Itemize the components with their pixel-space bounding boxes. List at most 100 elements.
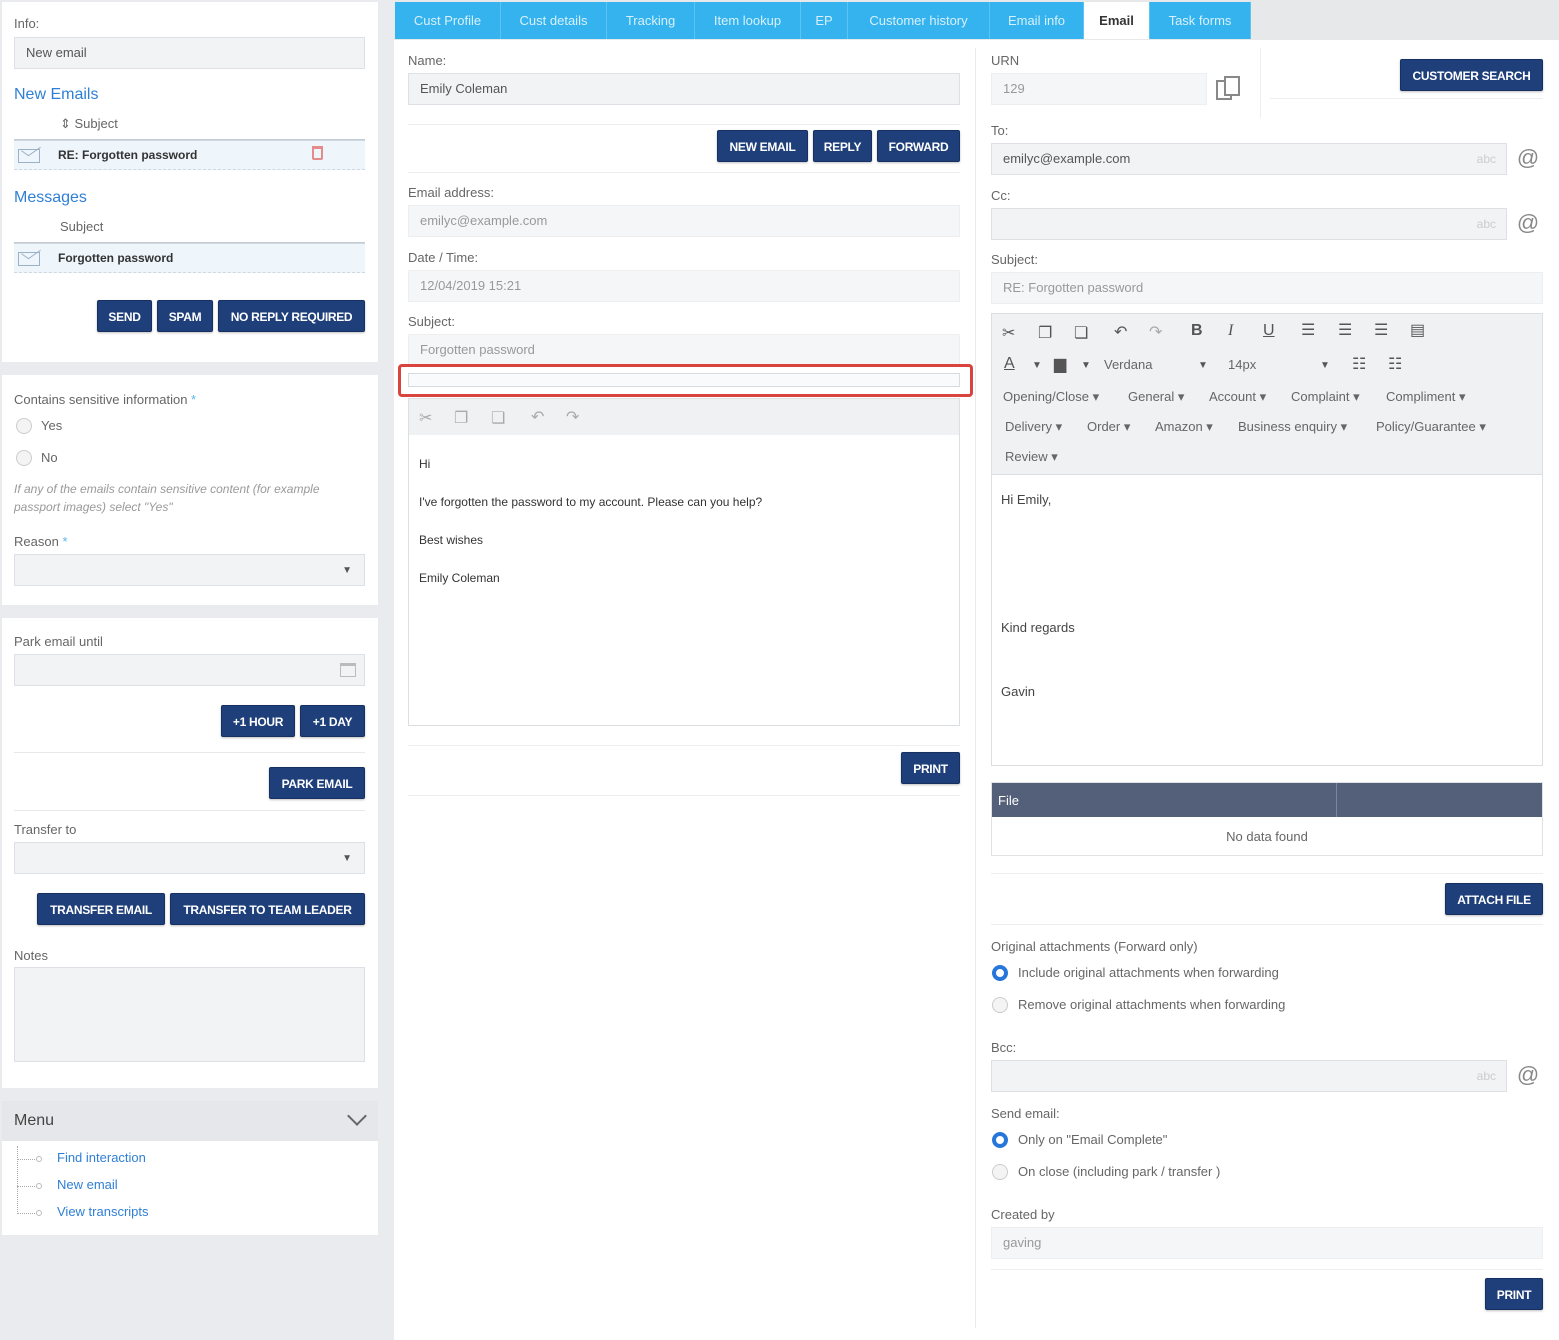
plus-hour-button[interactable]: +1 HOUR	[221, 705, 295, 737]
italic-icon[interactable]: I	[1228, 322, 1233, 340]
template-business-enquiry[interactable]: Business enquiry ▾	[1238, 419, 1347, 435]
copy-icon[interactable]: ❐	[1038, 323, 1052, 343]
bcc-field[interactable]: abc	[991, 1060, 1507, 1092]
no-reply-button[interactable]: NO REPLY REQUIRED	[218, 300, 365, 332]
reply-subject-field[interactable]: RE: Forgotten password	[991, 272, 1543, 304]
notes-textarea[interactable]	[14, 967, 365, 1062]
notes-label: Notes	[14, 948, 48, 963]
template-delivery[interactable]: Delivery ▾	[1005, 419, 1062, 435]
tab-ep[interactable]: EP	[801, 2, 848, 39]
tab-tracking[interactable]: Tracking	[607, 2, 695, 39]
messages-subject-header[interactable]: Subject	[60, 219, 103, 234]
template-opening-close[interactable]: Opening/Close ▾	[1003, 389, 1099, 405]
no-radio[interactable]	[16, 450, 32, 466]
print-button[interactable]: PRINT	[901, 752, 960, 784]
at-icon[interactable]: @	[1516, 212, 1540, 236]
middle-divider-2	[408, 172, 960, 173]
yes-radio[interactable]	[16, 418, 32, 434]
align-center-icon[interactable]: ☰	[1338, 320, 1352, 340]
info-field[interactable]: New email	[14, 37, 365, 69]
new-emails-subject-header[interactable]: ⇕ Subject	[60, 116, 118, 132]
chevron-down-icon[interactable]: ▼	[1320, 360, 1330, 371]
only-on-complete-radio[interactable]	[992, 1132, 1008, 1148]
menu-item-new-email[interactable]: New email	[57, 1177, 118, 1192]
at-icon[interactable]: @	[1516, 1064, 1540, 1088]
remove-attachments-radio[interactable]	[992, 997, 1008, 1013]
bold-icon[interactable]: B	[1191, 322, 1203, 340]
font-color-icon[interactable]: A	[1004, 355, 1015, 373]
message-row[interactable]: Forgotten password	[14, 243, 365, 273]
new-email-row[interactable]: RE: Forgotten password	[14, 140, 365, 170]
cc-field[interactable]: abc	[991, 208, 1507, 240]
editor-body[interactable]: Hi Emily, Kind regards Gavin	[992, 474, 1542, 765]
highlight-color-icon[interactable]: ▆	[1054, 354, 1066, 374]
chevron-down-icon[interactable]: ▼	[1198, 360, 1208, 371]
calendar-icon[interactable]	[340, 663, 356, 677]
viewer-toolbar: ✂ ❐ ❏ ↶ ↷	[409, 399, 959, 435]
template-review[interactable]: Review ▾	[1005, 449, 1058, 465]
cut-icon[interactable]: ✂	[419, 408, 432, 428]
right-divider-1	[991, 873, 1543, 874]
copy-urn-icon[interactable]	[1216, 76, 1242, 102]
template-order[interactable]: Order ▾	[1087, 419, 1130, 435]
template-account[interactable]: Account ▾	[1209, 389, 1266, 405]
cut-icon[interactable]: ✂	[1002, 323, 1015, 343]
forward-button[interactable]: FORWARD	[877, 130, 960, 162]
underline-icon[interactable]: U	[1263, 322, 1275, 340]
at-icon[interactable]: @	[1516, 147, 1540, 171]
template-general[interactable]: General ▾	[1128, 389, 1184, 405]
reason-select[interactable]: ▼	[14, 554, 365, 586]
chevron-down-icon[interactable]: ▼	[1081, 360, 1091, 371]
undo-icon[interactable]: ↶	[531, 407, 544, 427]
new-email-button[interactable]: NEW EMAIL	[717, 130, 808, 162]
customer-search-button[interactable]: CUSTOMER SEARCH	[1400, 59, 1543, 91]
park-email-button[interactable]: PARK EMAIL	[269, 767, 365, 799]
transfer-team-leader-button[interactable]: TRANSFER TO TEAM LEADER	[170, 893, 365, 925]
paste-icon[interactable]: ❏	[1074, 323, 1088, 343]
attach-file-button[interactable]: ATTACH FILE	[1445, 883, 1543, 915]
send-button[interactable]: SEND	[97, 300, 152, 332]
tab-email[interactable]: Email	[1084, 2, 1150, 39]
spam-button[interactable]: SPAM	[157, 300, 213, 332]
tab-cust-profile[interactable]: Cust Profile	[395, 2, 501, 39]
tab-task-forms[interactable]: Task forms	[1150, 2, 1251, 39]
include-attachments-radio[interactable]	[992, 965, 1008, 981]
print-reply-button[interactable]: PRINT	[1485, 1278, 1543, 1310]
bullet-list-icon[interactable]: ☷	[1352, 354, 1366, 374]
redo-icon[interactable]: ↷	[566, 407, 579, 427]
on-close-radio[interactable]	[992, 1164, 1008, 1180]
chevron-down-icon[interactable]: ▼	[1032, 360, 1042, 371]
menu-item-view-transcripts[interactable]: View transcripts	[57, 1204, 149, 1219]
tab-cust-details[interactable]: Cust details	[501, 2, 607, 39]
undo-icon[interactable]: ↶	[1114, 322, 1127, 342]
copy-icon[interactable]: ❐	[454, 408, 468, 428]
file-column-header[interactable]: File	[998, 793, 1019, 808]
paste-icon[interactable]: ❏	[491, 408, 505, 428]
align-justify-icon[interactable]: ▤	[1410, 320, 1425, 340]
align-right-icon[interactable]: ☰	[1374, 320, 1388, 340]
menu-header[interactable]: Menu	[2, 1101, 378, 1141]
park-date-input[interactable]	[14, 654, 365, 686]
template-amazon[interactable]: Amazon ▾	[1155, 419, 1213, 435]
transfer-select[interactable]: ▼	[14, 842, 365, 874]
reply-button[interactable]: REPLY	[813, 130, 872, 162]
align-left-icon[interactable]: ☰	[1301, 320, 1315, 340]
blank-field[interactable]	[408, 373, 960, 387]
name-field[interactable]: Emily Coleman	[408, 73, 960, 105]
redo-icon[interactable]: ↷	[1149, 322, 1162, 342]
trash-icon[interactable]	[312, 146, 323, 160]
chevron-down-icon[interactable]	[347, 1106, 367, 1126]
menu-item-find-interaction[interactable]: Find interaction	[57, 1150, 146, 1165]
font-size-select[interactable]: 14px	[1228, 357, 1256, 372]
tab-customer-history[interactable]: Customer history	[848, 2, 990, 39]
plus-day-button[interactable]: +1 DAY	[300, 705, 365, 737]
to-field[interactable]: emilyc@example.com abc	[991, 143, 1507, 175]
tab-email-info[interactable]: Email info	[990, 2, 1084, 39]
font-family-select[interactable]: Verdana	[1104, 357, 1152, 372]
transfer-email-button[interactable]: TRANSFER EMAIL	[37, 893, 165, 925]
template-complaint[interactable]: Complaint ▾	[1291, 389, 1360, 405]
numbered-list-icon[interactable]: ☷	[1388, 354, 1402, 374]
template-compliment[interactable]: Compliment ▾	[1386, 389, 1466, 405]
tab-item-lookup[interactable]: Item lookup	[695, 2, 801, 39]
template-policy-guarantee[interactable]: Policy/Guarantee ▾	[1376, 419, 1486, 435]
